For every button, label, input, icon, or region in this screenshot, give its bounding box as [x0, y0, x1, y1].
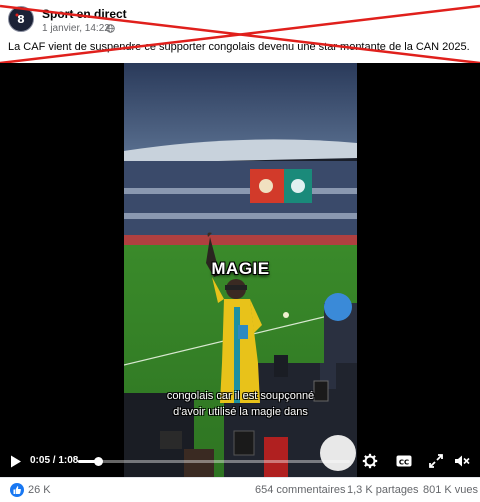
post-date[interactable]: 1 janvier, 14:22	[42, 23, 110, 34]
play-icon[interactable]	[10, 455, 22, 468]
view-count: 801 K vues	[423, 484, 479, 496]
post-caption: La CAF vient de suspendre ce supporter c…	[8, 41, 470, 53]
avatar[interactable]: 8	[8, 6, 34, 32]
page-name[interactable]: Sport en direct	[42, 7, 127, 21]
video-frame[interactable]: MAGIE congolais car il est soupçonné d'a…	[124, 63, 357, 477]
gear-icon[interactable]	[362, 453, 378, 469]
video-subtitle-line-2: d'avoir utilisé la magie dans	[173, 406, 308, 418]
like-icon[interactable]	[10, 483, 24, 497]
video-controls: 0:05 / 1:08 CC	[0, 447, 480, 477]
svg-text:CC: CC	[399, 458, 409, 466]
video-time: 0:05 / 1:08	[30, 455, 79, 466]
comment-count[interactable]: 654 commentaires	[255, 484, 346, 496]
globe-icon	[106, 24, 115, 33]
progress-handle[interactable]	[94, 457, 104, 466]
post-stats: 26 K 654 commentaires 1,3 K partages 801…	[0, 477, 480, 502]
video-subtitle-line-1: congolais car il est soupçonné	[166, 390, 315, 402]
expand-icon[interactable]	[428, 453, 444, 469]
post-header: 8 Sport en direct 1 janvier, 14:22	[0, 0, 480, 38]
overlay-caption: MAGIE	[211, 259, 270, 278]
share-count[interactable]: 1,3 K partages	[347, 484, 419, 496]
video-player[interactable]: MAGIE congolais car il est soupçonné d'a…	[0, 63, 480, 477]
volume-muted-icon[interactable]	[454, 453, 470, 469]
like-count[interactable]: 26 K	[28, 484, 51, 496]
progress-bar[interactable]	[78, 457, 350, 466]
cc-icon[interactable]: CC	[396, 453, 412, 469]
